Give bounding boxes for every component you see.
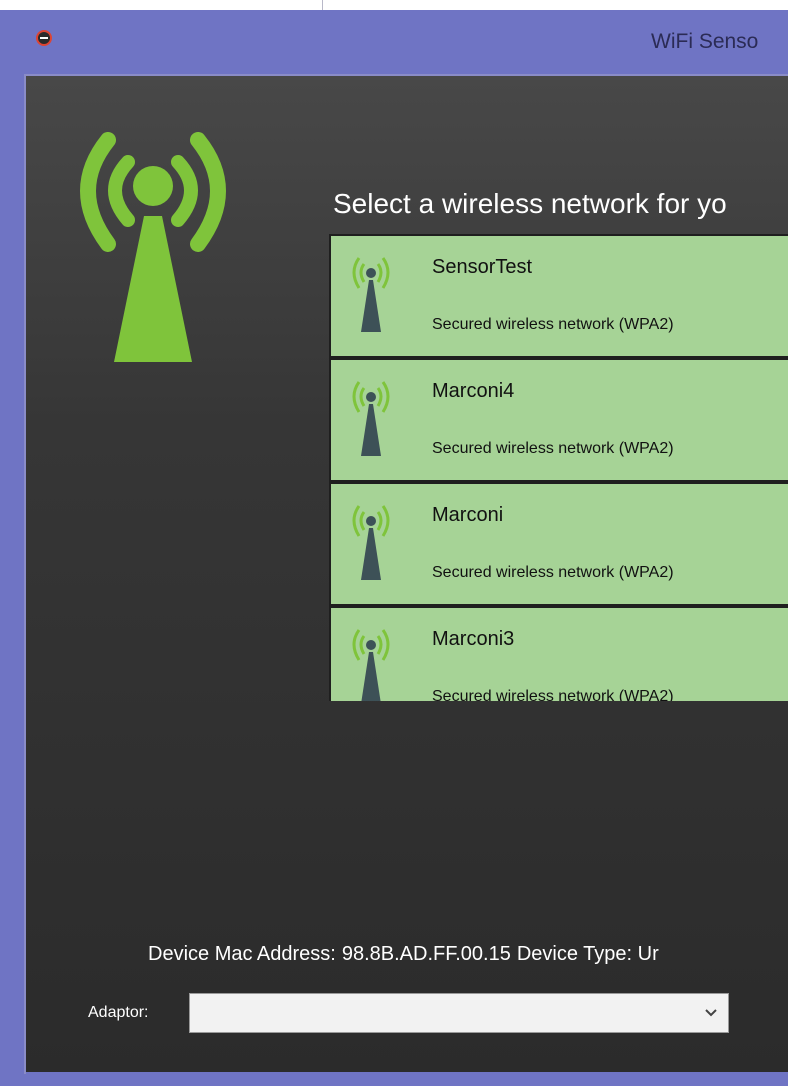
network-item[interactable]: Marconi3 Secured wireless network (WPA2) bbox=[331, 608, 788, 701]
network-ssid: Marconi4 bbox=[432, 380, 515, 402]
screen-top-edge bbox=[0, 0, 788, 10]
title-bar[interactable]: WiFi Senso bbox=[0, 10, 788, 76]
network-security: Secured wireless network (WPA2) bbox=[432, 440, 674, 457]
device-type-label: Device Type: Ur bbox=[516, 943, 659, 965]
wifi-signal-icon bbox=[352, 629, 390, 701]
network-item[interactable]: Marconi Secured wireless network (WPA2) bbox=[331, 484, 788, 604]
wifi-signal-icon bbox=[352, 505, 390, 580]
page-heading: Select a wireless network for yo bbox=[333, 188, 727, 219]
network-item[interactable]: SensorTest Secured wireless network (WPA… bbox=[331, 236, 788, 356]
main-panel: Select a wireless network for yo SensorT… bbox=[26, 76, 788, 1072]
wifi-tower-logo-icon bbox=[80, 132, 226, 362]
chevron-down-icon bbox=[705, 1009, 717, 1017]
network-item[interactable]: Marconi4 Secured wireless network (WPA2) bbox=[331, 360, 788, 480]
network-security: Secured wireless network (WPA2) bbox=[432, 688, 674, 701]
device-info: Device Mac Address: 98.8B.AD.FF.00.15 Devi… bbox=[148, 943, 665, 966]
wifi-signal-icon bbox=[352, 381, 390, 456]
network-ssid: Marconi3 bbox=[432, 628, 515, 650]
wifi-signal-icon bbox=[352, 257, 390, 332]
adaptor-label: Adaptor: bbox=[88, 1004, 149, 1021]
edge-tick bbox=[322, 0, 323, 10]
mac-address-value: 98.8B.AD.FF.00.15 bbox=[341, 943, 511, 965]
network-list[interactable]: SensorTest Secured wireless network (WPA… bbox=[329, 234, 788, 701]
adaptor-select[interactable] bbox=[189, 993, 729, 1033]
network-security: Secured wireless network (WPA2) bbox=[432, 564, 674, 581]
network-security: Secured wireless network (WPA2) bbox=[432, 316, 674, 333]
app-logo-icon[interactable] bbox=[36, 30, 52, 46]
network-ssid: SensorTest bbox=[432, 256, 533, 278]
window-title: WiFi Senso bbox=[651, 30, 759, 53]
network-ssid: Marconi bbox=[432, 504, 504, 526]
mac-address-label: Device Mac Address: bbox=[148, 943, 336, 965]
